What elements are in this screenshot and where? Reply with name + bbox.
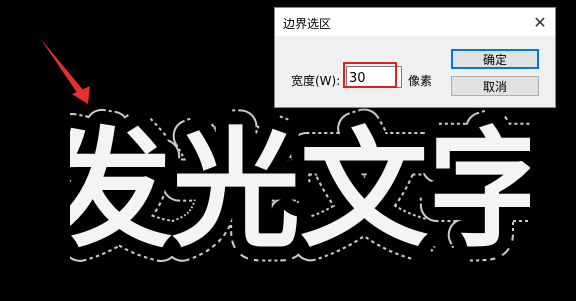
- dialog-body: 宽度(W): 像素 确定 取消: [275, 36, 555, 107]
- width-input[interactable]: [347, 69, 391, 88]
- unit-label: 像素: [408, 74, 433, 88]
- border-selection-dialog: 边界选区 ✕ 宽度(W): 像素 确定 取消: [274, 7, 556, 108]
- glow-text: 发光文字: [70, 116, 530, 262]
- ok-button[interactable]: 确定: [451, 49, 539, 69]
- width-label: 宽度(W):: [291, 74, 341, 88]
- close-icon[interactable]: ✕: [529, 12, 551, 32]
- red-arrow-annotation: [40, 38, 90, 104]
- dialog-titlebar[interactable]: 边界选区 ✕: [275, 8, 555, 36]
- glow-text-artwork: 发光文字 发光文字 发光文字: [70, 102, 530, 262]
- width-input-box[interactable]: [346, 66, 402, 88]
- dialog-title: 边界选区: [283, 17, 332, 31]
- cancel-button[interactable]: 取消: [451, 76, 539, 96]
